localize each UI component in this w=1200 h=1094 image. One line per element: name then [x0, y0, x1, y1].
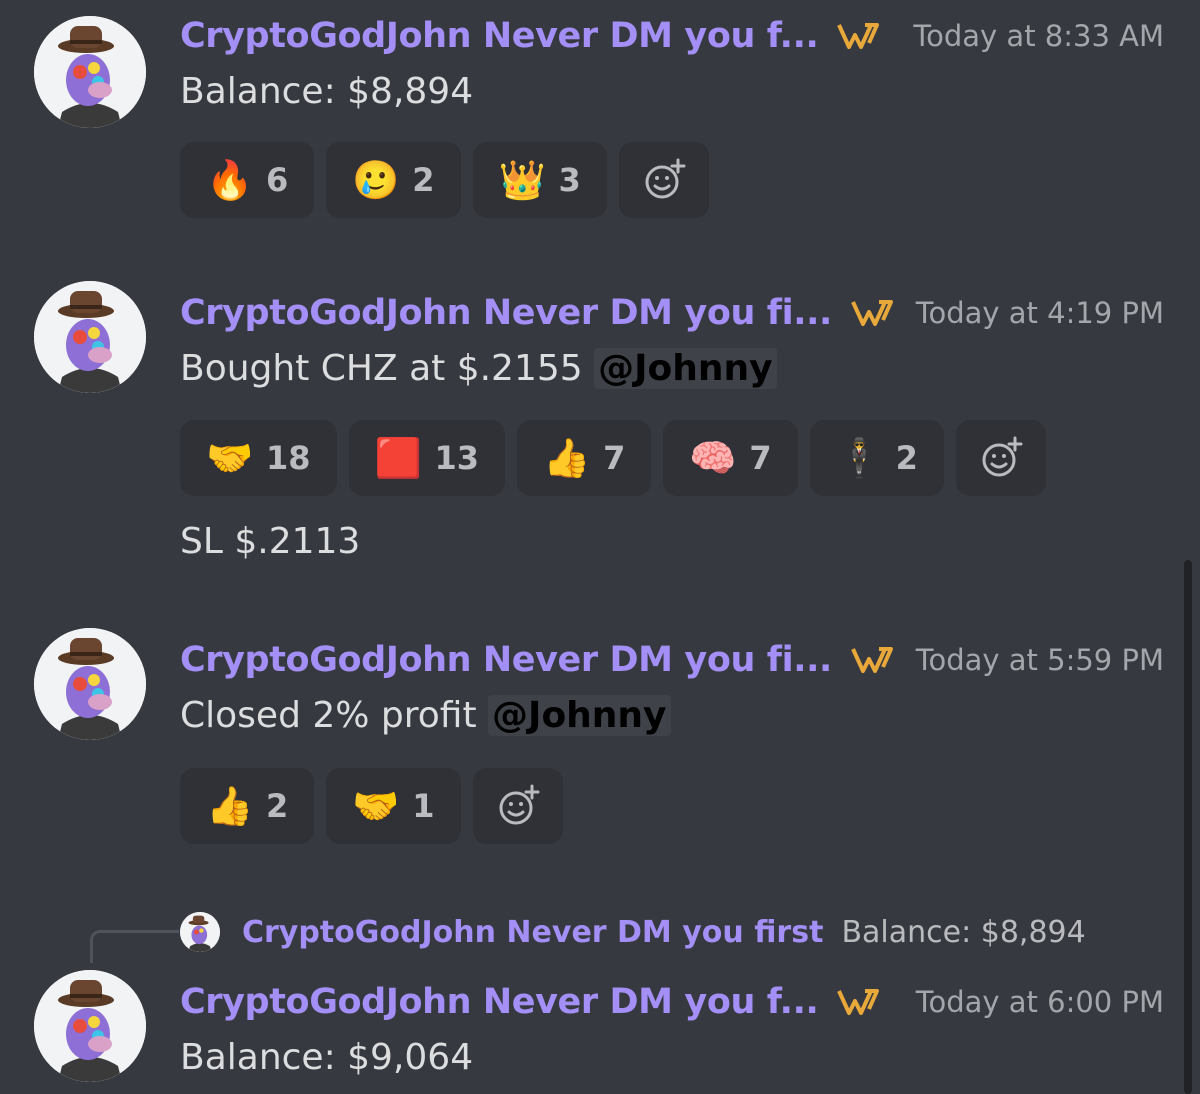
reply-username[interactable]: CryptoGodJohn Never DM you first — [242, 915, 823, 950]
clapping-man-icon: 🕴 — [835, 435, 883, 480]
user-avatar[interactable] — [34, 970, 146, 1082]
reaction-handshake[interactable]: 🤝 1 — [326, 768, 461, 844]
reply-avatar — [180, 912, 220, 952]
add-reaction-icon — [982, 436, 1023, 477]
message-text: Balance: $9,064 — [180, 1037, 474, 1078]
message-text: Closed 2% profit @Johnny — [180, 692, 671, 740]
reply-connector — [90, 930, 179, 963]
reaction-crown[interactable]: 👑 3 — [472, 142, 607, 218]
add-reaction-button[interactable] — [472, 768, 563, 844]
user-avatar[interactable] — [34, 16, 146, 128]
add-reaction-button[interactable] — [618, 142, 709, 218]
reaction-handshake[interactable]: 🤝 18 — [180, 420, 337, 496]
username[interactable]: CryptoGodJohn Never DM you fi... — [180, 640, 832, 680]
user-mention[interactable]: @Johnny — [488, 695, 671, 736]
timestamp: Today at 8:33 AM — [913, 19, 1164, 53]
thumbs-up-icon: 👍 — [206, 783, 254, 828]
username[interactable]: CryptoGodJohn Never DM you fi... — [180, 293, 832, 333]
reaction-bar: 🔥 6 🥲 2 👑 3 — [180, 142, 709, 218]
add-reaction-button[interactable] — [955, 420, 1046, 496]
thumbs-up-icon: 👍 — [543, 435, 591, 480]
add-reaction-icon — [645, 158, 686, 199]
reaction-fire[interactable]: 🔥 6 — [180, 142, 315, 218]
message-header: CryptoGodJohn Never DM you fi... Today a… — [180, 291, 1164, 335]
w-badge-icon — [836, 987, 884, 1017]
timestamp: Today at 4:19 PM — [915, 296, 1164, 330]
bear-hat-avatar-icon — [34, 628, 146, 740]
bear-hat-avatar-icon — [180, 912, 220, 952]
bear-hat-avatar-icon — [34, 281, 146, 393]
reaction-count: 18 — [266, 439, 311, 477]
reaction-galaxy-brain[interactable]: 🧠 7 — [663, 420, 798, 496]
message-body: Closed 2% profit — [180, 695, 489, 736]
reaction-count: 7 — [749, 439, 772, 477]
add-reaction-icon — [499, 784, 540, 825]
bear-hat-avatar-icon — [34, 16, 146, 128]
user-avatar[interactable] — [34, 281, 146, 393]
username[interactable]: CryptoGodJohn Never DM you f... — [180, 16, 819, 56]
reaction-thumbs-up[interactable]: 👍 2 — [180, 768, 315, 844]
w-badge-icon — [850, 645, 898, 675]
reply-preview[interactable]: CryptoGodJohn Never DM you first Balance… — [180, 908, 1086, 956]
bear-hat-avatar-icon — [34, 970, 146, 1082]
reply-text: Balance: $8,894 — [841, 914, 1086, 950]
message-header: CryptoGodJohn Never DM you f... Today at… — [180, 980, 1164, 1024]
w-badge-icon — [850, 298, 898, 328]
reaction-clapping-man[interactable]: 🕴 2 — [809, 420, 944, 496]
reaction-tear-smile[interactable]: 🥲 2 — [326, 142, 461, 218]
reaction-count: 2 — [895, 439, 918, 477]
fire-icon: 🔥 — [206, 157, 254, 202]
reaction-count: 1 — [412, 787, 435, 825]
reaction-count: 3 — [558, 161, 581, 199]
reaction-count: 7 — [603, 439, 626, 477]
username[interactable]: CryptoGodJohn Never DM you f... — [180, 982, 819, 1022]
message-text: SL $.2113 — [180, 521, 361, 562]
scrollbar[interactable] — [1184, 560, 1192, 1094]
user-mention[interactable]: @Johnny — [594, 348, 777, 389]
smiling-tear-icon: 🥲 — [352, 157, 400, 202]
message-text: Bought CHZ at $.2155 @Johnny — [180, 345, 777, 393]
reaction-count: 2 — [266, 787, 289, 825]
red-emote-icon: 🟥 — [374, 435, 422, 480]
reaction-red-emote[interactable]: 🟥 13 — [348, 420, 506, 496]
timestamp: Today at 6:00 PM — [915, 985, 1164, 1019]
timestamp: Today at 5:59 PM — [915, 643, 1164, 677]
message-body: Bought CHZ at $.2155 — [180, 348, 595, 389]
chat-messages: CryptoGodJohn Never DM you f... Today at… — [0, 0, 1200, 1094]
galaxy-brain-icon: 🧠 — [689, 435, 737, 480]
reaction-bar: 🤝 18 🟥 13 👍 7 🧠 7 🕴 2 — [180, 420, 1046, 496]
reaction-count: 2 — [412, 161, 435, 199]
message-text: Balance: $8,894 — [180, 71, 474, 112]
w-badge-icon — [836, 21, 884, 51]
message-header: CryptoGodJohn Never DM you fi... Today a… — [180, 638, 1164, 682]
reaction-thumbs-up[interactable]: 👍 7 — [517, 420, 652, 496]
handshake-icon: 🤝 — [352, 783, 400, 828]
reaction-bar: 👍 2 🤝 1 — [180, 768, 563, 844]
user-avatar[interactable] — [34, 628, 146, 740]
reaction-count: 6 — [266, 161, 289, 199]
handshake-icon: 🤝 — [206, 435, 254, 480]
message-header: CryptoGodJohn Never DM you f... Today at… — [180, 14, 1164, 58]
reaction-count: 13 — [434, 439, 480, 477]
crown-icon: 👑 — [498, 157, 546, 202]
